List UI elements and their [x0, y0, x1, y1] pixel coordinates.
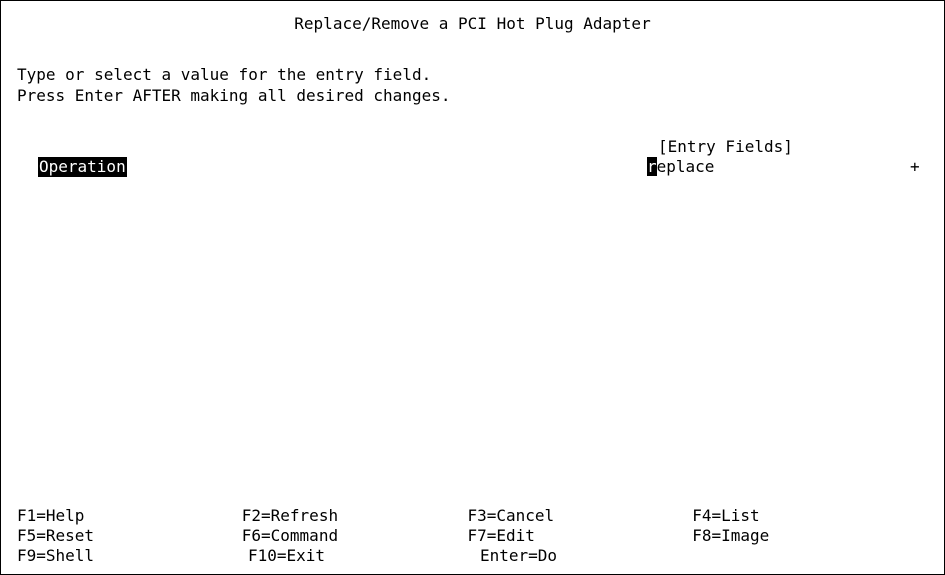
operation-field-label[interactable]: Operation	[38, 157, 127, 177]
function-key-bar: F1=Help F2=Refresh F3=Cancel F4=List F5=…	[17, 506, 917, 566]
f7-edit-key[interactable]: F7=Edit	[467, 526, 692, 546]
f5-reset-key[interactable]: F5=Reset	[17, 526, 242, 546]
enter-do-key[interactable]: Enter=Do	[480, 546, 711, 566]
f4-list-key[interactable]: F4=List	[692, 506, 917, 526]
function-key-row: F5=Reset F6=Command F7=Edit F8=Image	[17, 526, 917, 546]
f9-shell-key[interactable]: F9=Shell	[17, 546, 248, 566]
operation-value-text: eplace	[656, 157, 715, 176]
entry-fields-header: [Entry Fields]	[658, 137, 793, 156]
f6-command-key[interactable]: F6=Command	[242, 526, 468, 546]
function-key-row: F1=Help F2=Refresh F3=Cancel F4=List	[17, 506, 917, 526]
smit-screen: Replace/Remove a PCI Hot Plug Adapter Ty…	[0, 0, 945, 575]
f8-image-key[interactable]: F8=Image	[692, 526, 917, 546]
f10-exit-key[interactable]: F10=Exit	[248, 546, 480, 566]
text-cursor: r	[647, 157, 657, 176]
page-title: Replace/Remove a PCI Hot Plug Adapter	[294, 14, 651, 33]
f1-help-key[interactable]: F1=Help	[17, 506, 242, 526]
f3-cancel-key[interactable]: F3=Cancel	[467, 506, 692, 526]
operation-field-value[interactable]: replace	[647, 157, 714, 177]
function-key-row: F9=Shell F10=Exit Enter=Do	[17, 546, 917, 566]
instruction-line-2: Press Enter AFTER making all desired cha…	[17, 86, 451, 105]
list-indicator-plus[interactable]: +	[910, 157, 920, 177]
instruction-line-1: Type or select a value for the entry fie…	[17, 65, 432, 84]
f2-refresh-key[interactable]: F2=Refresh	[242, 506, 468, 526]
